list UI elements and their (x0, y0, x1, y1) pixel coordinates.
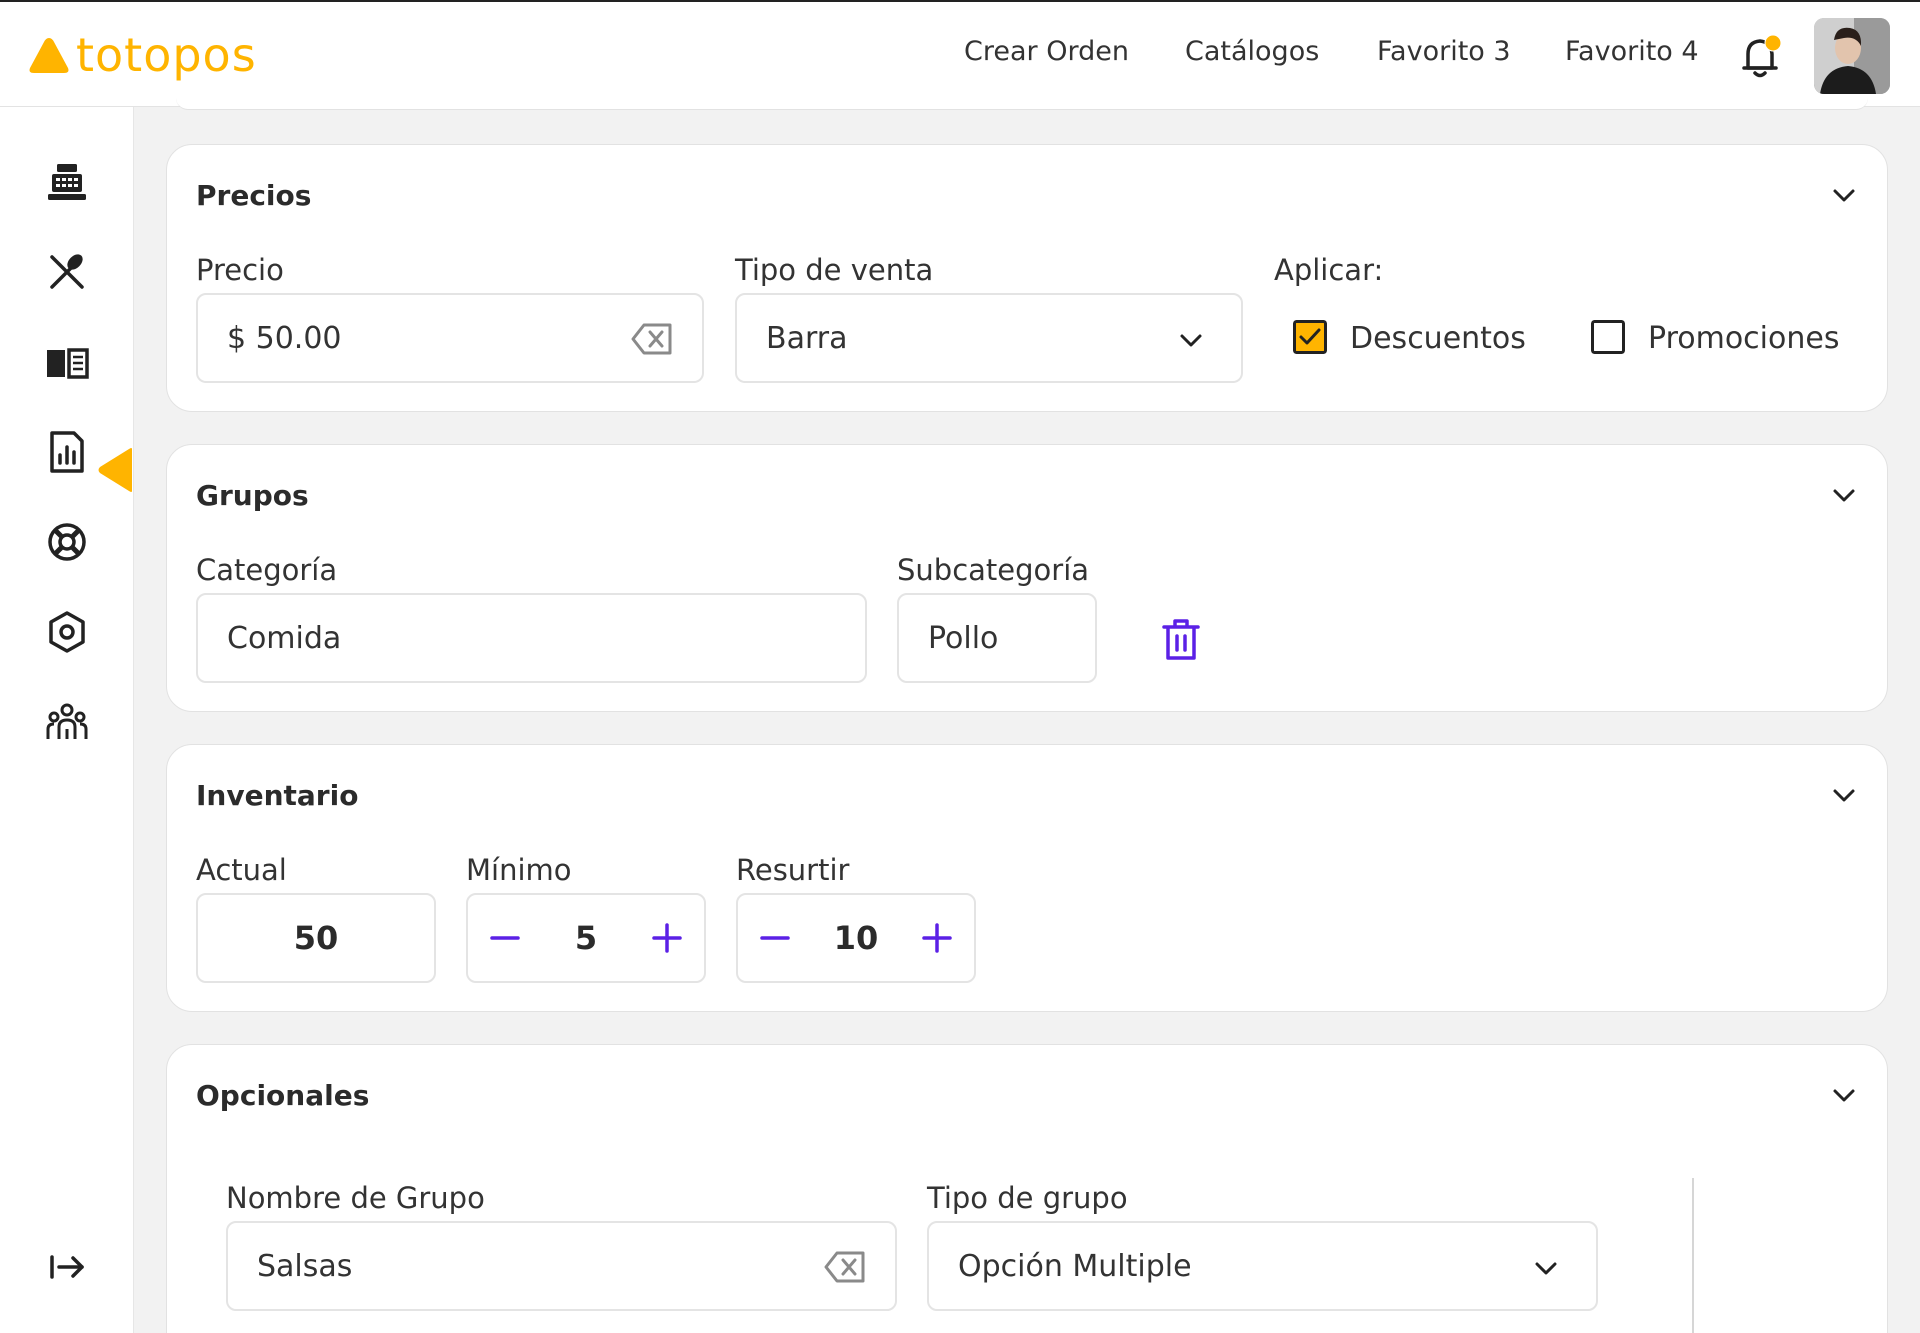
inventario-card: Inventario Actual 50 Mínimo 5 Resurtir 1… (166, 744, 1888, 1012)
precio-input[interactable]: $ 50.00 (196, 293, 704, 383)
promociones-checkbox[interactable] (1591, 320, 1625, 354)
plus-icon[interactable] (652, 923, 682, 953)
actual-input[interactable]: 50 (196, 893, 436, 983)
minimo-label: Mínimo (466, 853, 572, 887)
opcionales-title: Opcionales (196, 1079, 370, 1112)
active-indicator-icon (98, 448, 132, 492)
resurtir-stepper[interactable]: 10 (736, 893, 976, 983)
categoria-label: Categoría (196, 553, 338, 587)
inventario-title: Inventario (196, 779, 359, 812)
tipo-grupo-select[interactable]: Opción Multiple (927, 1221, 1598, 1311)
precio-label: Precio (196, 253, 284, 287)
actual-value: 50 (293, 919, 339, 957)
avatar-image (1814, 18, 1890, 94)
logo-triangle-icon (29, 38, 69, 73)
nav-catalogos[interactable]: Catálogos (1185, 36, 1319, 67)
precio-value: $ 50.00 (227, 320, 342, 356)
grupos-card: Grupos Categoría Comida Subcategoría Pol… (166, 444, 1888, 712)
opcionales-card: Opcionales Nombre de Grupo Salsas Tipo d… (166, 1044, 1888, 1333)
nombre-grupo-value: Salsas (257, 1248, 353, 1284)
bell-icon[interactable] (1740, 34, 1784, 80)
logout-icon[interactable] (44, 1244, 90, 1290)
tipo-venta-select[interactable]: Barra (735, 293, 1243, 383)
grupos-title: Grupos (196, 479, 309, 512)
chevron-down-icon[interactable] (1831, 1083, 1857, 1109)
users-icon[interactable] (44, 699, 90, 745)
sidebar (0, 107, 134, 1333)
subcategoria-label: Subcategoría (897, 553, 1090, 587)
tipo-venta-value: Barra (766, 320, 848, 356)
previous-card-edge (176, 98, 1868, 110)
support-icon[interactable] (44, 519, 90, 565)
top-header: totopos Crear Orden Catálogos Favorito 3… (0, 0, 1920, 107)
report-icon[interactable] (44, 429, 90, 475)
descuentos-checkbox[interactable] (1293, 320, 1327, 354)
chevron-down-icon[interactable] (1831, 483, 1857, 509)
tipo-grupo-label: Tipo de grupo (927, 1181, 1128, 1215)
nombre-grupo-label: Nombre de Grupo (226, 1181, 485, 1215)
categoria-value: Comida (227, 620, 342, 656)
subcategoria-input[interactable]: Pollo (897, 593, 1097, 683)
chevron-down-icon (1535, 1262, 1557, 1275)
minimo-stepper[interactable]: 5 (466, 893, 706, 983)
resurtir-label: Resurtir (736, 853, 850, 887)
actual-label: Actual (196, 853, 287, 887)
clear-input-icon[interactable] (823, 1249, 867, 1285)
resurtir-value: 10 (833, 919, 879, 957)
divider (1692, 1178, 1694, 1333)
tipo-grupo-value: Opción Multiple (958, 1248, 1192, 1284)
nav-favorito-4[interactable]: Favorito 4 (1565, 36, 1699, 67)
brand-logo[interactable]: totopos (28, 30, 257, 80)
settings-icon[interactable] (44, 609, 90, 655)
user-avatar[interactable] (1814, 18, 1890, 94)
clear-input-icon[interactable] (630, 321, 674, 357)
plus-icon[interactable] (922, 923, 952, 953)
precios-title: Precios (196, 179, 312, 212)
categoria-input[interactable]: Comida (196, 593, 867, 683)
tipo-venta-label: Tipo de venta (735, 253, 934, 287)
minus-icon[interactable] (490, 923, 520, 953)
nav-crear-orden[interactable]: Crear Orden (964, 36, 1129, 67)
precios-card: Precios Precio $ 50.00 Tipo de venta Bar… (166, 144, 1888, 412)
promociones-label[interactable]: Promociones (1648, 321, 1839, 356)
brand-name: totopos (76, 28, 257, 82)
cash-register-icon[interactable] (44, 159, 90, 205)
minimo-value: 5 (574, 919, 598, 957)
nombre-grupo-input[interactable]: Salsas (226, 1221, 897, 1311)
nav-favorito-3[interactable]: Favorito 3 (1377, 36, 1511, 67)
trash-icon[interactable] (1161, 617, 1201, 661)
subcategoria-value: Pollo (928, 620, 999, 656)
chevron-down-icon (1180, 334, 1202, 347)
minus-icon[interactable] (760, 923, 790, 953)
chevron-down-icon[interactable] (1831, 783, 1857, 809)
descuentos-label[interactable]: Descuentos (1350, 321, 1526, 356)
utensils-icon[interactable] (44, 249, 90, 295)
chevron-down-icon[interactable] (1831, 183, 1857, 209)
aplicar-label: Aplicar: (1274, 253, 1384, 287)
menu-book-icon[interactable] (44, 339, 90, 385)
